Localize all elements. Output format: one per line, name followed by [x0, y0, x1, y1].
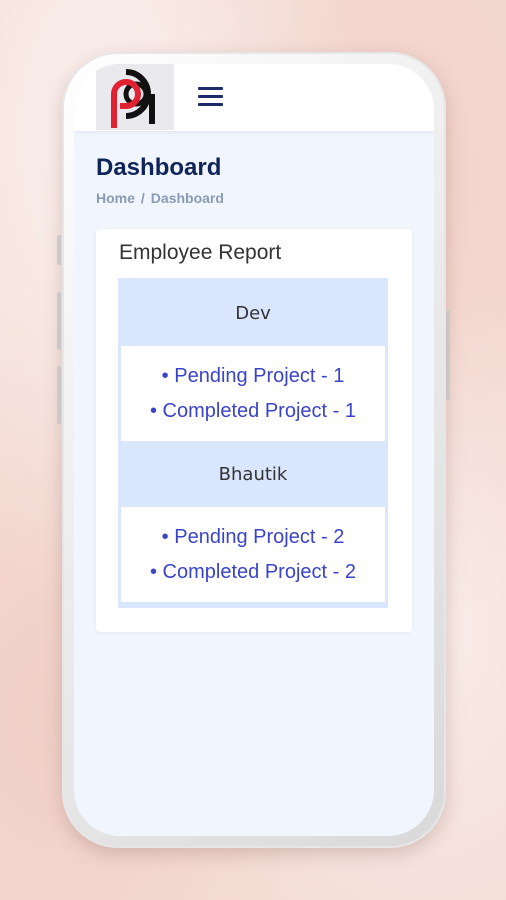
phone-volume-up-button — [57, 292, 61, 350]
employee-stats-bhautik: • Pending Project - 2 • Completed Projec… — [121, 507, 385, 602]
breadcrumb-separator: / — [140, 190, 145, 206]
employee-report-card: Employee Report Dev • Pending Project - … — [96, 229, 412, 632]
app-bar — [74, 64, 434, 131]
phone-side-button — [57, 235, 61, 265]
breadcrumb: Home / Dashboard — [96, 190, 224, 206]
card-title: Employee Report — [119, 241, 282, 264]
employee-name-dev: Dev — [235, 302, 271, 324]
pending-project-link[interactable]: • Pending Project - 1 — [162, 365, 345, 388]
completed-project-link[interactable]: • Completed Project - 1 — [150, 400, 356, 423]
page-title: Dashboard — [96, 154, 222, 181]
breadcrumb-home-link[interactable]: Home — [96, 190, 135, 206]
brand-logo[interactable] — [96, 64, 174, 130]
breadcrumb-current: Dashboard — [150, 190, 224, 206]
hamburger-menu-icon[interactable] — [198, 85, 224, 109]
completed-project-link[interactable]: • Completed Project - 2 — [150, 561, 356, 584]
brand-logo-icon — [111, 69, 155, 128]
phone-volume-down-button — [57, 366, 61, 424]
pending-project-link[interactable]: • Pending Project - 2 — [162, 526, 345, 549]
employee-name-bhautik: Bhautik — [218, 463, 288, 485]
employee-stats-dev: • Pending Project - 1 • Completed Projec… — [121, 346, 385, 441]
app-screen: Dashboard Home / Dashboard Employee Repo… — [74, 64, 434, 836]
phone-power-button — [446, 310, 450, 400]
employee-report-table: Dev • Pending Project - 1 • Completed Pr… — [118, 278, 388, 608]
